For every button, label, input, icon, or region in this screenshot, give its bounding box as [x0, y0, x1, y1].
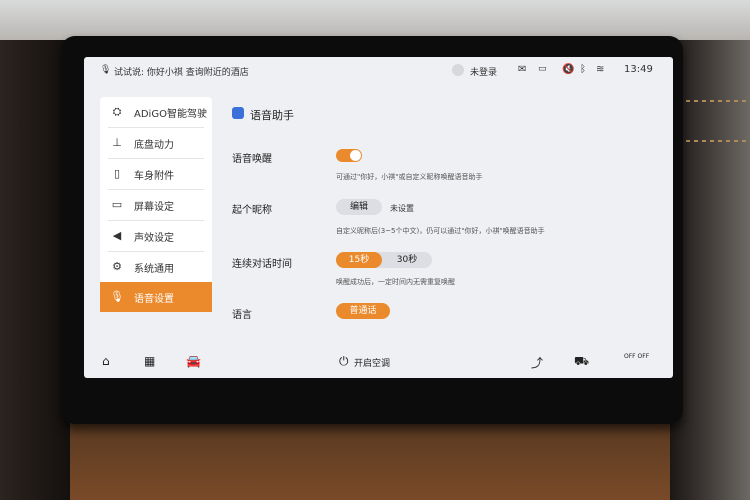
avatar-icon[interactable] — [452, 64, 464, 76]
off-off-icon[interactable]: OFF OFF — [624, 353, 649, 360]
infotainment-screen: 🎙 试试说: 你好小祺 查询附近的酒店 未登录 ✉ ▭ 🔇 ᛒ ≋ 13:49 … — [84, 57, 673, 378]
voice-hint-text: 试试说: 你好小祺 查询附近的酒店 — [114, 68, 249, 78]
nickname-label: 起个昵称 — [232, 205, 272, 216]
clock: 13:49 — [624, 64, 653, 75]
gear-icon: ⚙ — [112, 260, 122, 273]
page-title: 语音助手 — [250, 109, 294, 122]
edit-nickname-button[interactable]: 编辑 — [336, 199, 382, 215]
mic-icon: 🎙 — [110, 290, 124, 303]
duration-option-15s[interactable]: 15秒 — [336, 252, 382, 268]
sidebar-item-sound[interactable]: ◀ 声效设定 — [100, 221, 212, 251]
nickname-hint: 自定义昵称后(3~5个中文)，仍可以通过"你好，小祺"唤醒语音助手 — [336, 227, 545, 235]
sidebar-item-system[interactable]: ⚙ 系统通用 — [100, 252, 212, 282]
power-icon: ⏻ — [339, 354, 349, 368]
sidebar-item-label: 底盘动力 — [134, 140, 174, 151]
nickname-value: 未设置 — [390, 204, 414, 213]
bottom-dock: ⌂ ▦ 🚘 ⏻ 开启空调 ⤴ ⛟ OFF OFF — [84, 347, 673, 378]
sidebar-item-screen[interactable]: ▭ 屏幕设定 — [100, 190, 212, 220]
sidebar-item-label: 屏幕设定 — [134, 202, 174, 213]
sidebar-item-adigo[interactable]: ⛭ ADiGO智能驾驶 — [100, 97, 212, 127]
speaker-icon: ◀ — [112, 229, 122, 242]
sidebar-item-label: 系统通用 — [134, 264, 174, 275]
ac-toggle-button[interactable]: 开启空调 — [354, 356, 390, 369]
sidebar-item-voice[interactable]: 🎙 语音设置 — [100, 282, 212, 312]
screen-icon: ▭ — [111, 198, 123, 211]
bluetooth-icon[interactable]: ᛒ — [580, 64, 586, 75]
mic-hint-icon: 🎙 — [100, 65, 112, 75]
sidebar-item-body[interactable]: ▯ 车身附件 — [100, 159, 212, 189]
mic-icon — [232, 107, 244, 119]
wake-toggle[interactable] — [336, 149, 362, 162]
vehicle-view-icon[interactable]: ⛟ — [574, 354, 589, 370]
seat-icon[interactable]: ⤴ — [531, 354, 543, 371]
language-select[interactable]: 普通话 — [336, 303, 390, 319]
continuous-label: 连续对话时间 — [232, 259, 292, 270]
apps-icon[interactable]: ▦ — [144, 354, 155, 368]
wake-hint: 可通过"你好，小祺"或自定义昵称唤醒语音助手 — [336, 173, 483, 181]
status-bar: 🎙 试试说: 你好小祺 查询附近的酒店 未登录 ✉ ▭ 🔇 ᛒ ≋ 13:49 — [84, 57, 673, 85]
steering-icon: ⛭ — [112, 105, 122, 118]
door-icon: ▯ — [113, 167, 121, 180]
chassis-icon: ⊥ — [112, 136, 122, 149]
toggle-knob — [350, 150, 361, 161]
duration-option-30s[interactable]: 30秒 — [384, 252, 430, 268]
voice-settings-panel: 语音助手 语音唤醒 可通过"你好，小祺"或自定义昵称唤醒语音助手 起个昵称 编辑… — [224, 97, 664, 337]
sidebar-item-label: 车身附件 — [134, 171, 174, 182]
settings-sidebar: ⛭ ADiGO智能驾驶 ⊥ 底盘动力 ▯ 车身附件 ▭ 屏幕设定 ◀ 声效设定 … — [100, 97, 212, 312]
language-label: 语言 — [232, 310, 252, 321]
wake-label: 语音唤醒 — [232, 154, 272, 165]
sidebar-item-label: ADiGO智能驾驶 — [134, 109, 207, 120]
wifi-icon[interactable]: ≋ — [596, 64, 604, 75]
mute-icon[interactable]: 🔇 — [562, 64, 574, 75]
dashboard-left-panel — [0, 40, 70, 500]
home-icon[interactable]: ⌂ — [102, 354, 110, 368]
continuous-hint: 唤醒成功后，一定时间内无需重复唤醒 — [336, 278, 455, 286]
sidebar-item-label: 声效设定 — [134, 233, 174, 244]
display-off-icon[interactable]: ▭ — [538, 64, 547, 74]
sidebar-item-label: 语音设置 — [134, 294, 174, 305]
car-icon[interactable]: 🚘 — [186, 354, 201, 368]
message-icon[interactable]: ✉ — [518, 64, 526, 75]
sidebar-item-chassis[interactable]: ⊥ 底盘动力 — [100, 128, 212, 158]
login-status[interactable]: 未登录 — [470, 65, 497, 78]
